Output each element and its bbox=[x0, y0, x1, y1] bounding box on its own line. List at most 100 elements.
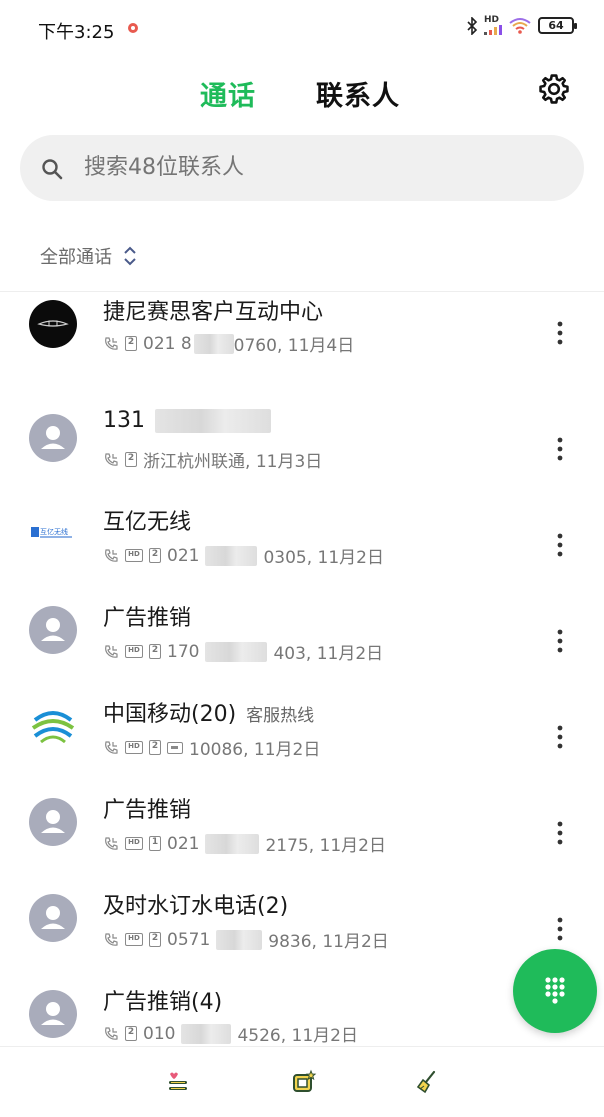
sort-arrows-icon bbox=[124, 246, 136, 266]
number-start: 0571 bbox=[167, 929, 211, 950]
contact-tag: 客服热线 bbox=[246, 706, 315, 726]
more-options-icon[interactable] bbox=[550, 626, 570, 656]
signal-icon bbox=[484, 25, 502, 35]
wifi-icon bbox=[509, 17, 531, 34]
incoming-call-icon bbox=[105, 740, 118, 754]
person-icon bbox=[41, 426, 65, 449]
number-end: 403 bbox=[273, 644, 306, 664]
incoming-call-icon bbox=[105, 1026, 118, 1040]
redacted-digits bbox=[155, 408, 271, 433]
call-log-item[interactable]: 广告推销 HD 1 021 2175, 11月2日 bbox=[0, 794, 604, 874]
avatar bbox=[29, 702, 77, 750]
settings-gear-icon[interactable] bbox=[537, 72, 571, 106]
person-icon bbox=[41, 1002, 65, 1025]
avatar: 互亿无线 bbox=[29, 510, 77, 558]
number-start: 021 8 bbox=[143, 333, 192, 354]
call-date: 11月2日 bbox=[316, 644, 384, 664]
business-card-icon bbox=[167, 741, 183, 754]
call-date: 11月2日 bbox=[322, 932, 389, 952]
hd-call-icon: HD bbox=[125, 549, 143, 562]
hd-call-icon: HD bbox=[125, 645, 143, 658]
more-options-icon[interactable] bbox=[550, 318, 570, 348]
number-start: 021 bbox=[167, 833, 200, 854]
search-bar[interactable] bbox=[20, 135, 584, 201]
incoming-call-icon bbox=[105, 336, 118, 350]
number-start: 170 bbox=[167, 641, 200, 662]
more-options-icon[interactable] bbox=[550, 818, 570, 848]
status-bar: 下午3:25 HD 64 bbox=[0, 0, 604, 56]
contact-name: 中国移动(20) bbox=[103, 702, 237, 727]
person-icon bbox=[41, 618, 65, 641]
more-options-icon[interactable] bbox=[550, 530, 570, 560]
incoming-call-icon bbox=[105, 836, 118, 850]
more-options-icon[interactable] bbox=[550, 722, 570, 752]
hd-call-icon: HD bbox=[125, 837, 143, 850]
tab-calls[interactable]: 通话 bbox=[200, 74, 256, 113]
call-date: 11月4日 bbox=[287, 336, 355, 356]
tab-contacts[interactable]: 联系人 bbox=[316, 74, 400, 113]
call-filter-dropdown[interactable]: 全部通话 bbox=[40, 243, 138, 269]
call-log-item[interactable]: 捷尼赛思客户互动中心 2 021 8 0760, 11月4日 bbox=[0, 298, 604, 378]
more-options-icon[interactable] bbox=[550, 914, 570, 944]
number-end: 0760 bbox=[233, 336, 277, 356]
status-time: 下午3:25 bbox=[38, 22, 115, 43]
incoming-call-icon bbox=[105, 644, 118, 658]
hd-call-icon: HD bbox=[125, 741, 143, 754]
sim-icon: 2 bbox=[125, 1026, 137, 1041]
avatar bbox=[29, 606, 77, 654]
call-date: 11月2日 bbox=[291, 1026, 358, 1046]
search-input[interactable] bbox=[84, 155, 544, 180]
number-end: 9836 bbox=[268, 932, 312, 952]
status-icons: HD 64 bbox=[466, 16, 577, 35]
call-log-item[interactable]: 中国移动(20) 客服热线 HD 2 10086, 11月2日 bbox=[0, 698, 604, 778]
notification-icon bbox=[128, 23, 138, 33]
signal-indicator: HD bbox=[484, 16, 502, 35]
sim-icon: 2 bbox=[125, 452, 137, 467]
contact-name: 131 bbox=[103, 408, 145, 433]
avatar bbox=[29, 414, 77, 462]
header: 通话 联系人 全部通话 bbox=[0, 56, 604, 292]
incoming-call-icon bbox=[105, 452, 118, 466]
avatar bbox=[29, 894, 77, 942]
call-log-item[interactable]: 131 2 浙江杭州联通, 11月3日 bbox=[0, 408, 604, 490]
call-number: 10086 bbox=[189, 740, 244, 760]
dialpad-button[interactable] bbox=[513, 949, 597, 1033]
incoming-call-icon bbox=[105, 548, 118, 562]
broom-clean-icon[interactable] bbox=[414, 1069, 440, 1095]
redacted-digits bbox=[205, 545, 258, 566]
call-date: 11月2日 bbox=[319, 836, 386, 856]
list-heart-icon[interactable] bbox=[165, 1069, 191, 1095]
sim-icon: 2 bbox=[149, 548, 161, 563]
avatar bbox=[29, 798, 77, 846]
contact-name: 广告推销 bbox=[103, 606, 192, 631]
more-options-icon[interactable] bbox=[550, 434, 570, 464]
call-location: 浙江杭州联通 bbox=[143, 452, 245, 472]
logo-text: 互亿无线 bbox=[40, 527, 68, 536]
hd-call-icon: HD bbox=[125, 933, 143, 946]
redacted-digits bbox=[205, 641, 268, 662]
sim-icon: 1 bbox=[149, 836, 161, 851]
number-end: 2175 bbox=[265, 836, 309, 856]
incoming-call-icon bbox=[105, 932, 118, 946]
contact-name: 捷尼赛思客户互动中心 bbox=[103, 300, 324, 325]
call-date: 11月2日 bbox=[253, 740, 321, 760]
hd-label: HD bbox=[484, 15, 500, 25]
call-date: 11月2日 bbox=[317, 548, 384, 568]
number-start: 021 bbox=[167, 545, 200, 566]
avatar bbox=[29, 300, 77, 348]
huyi-logo-icon: 互亿无线 bbox=[31, 527, 72, 538]
sim-icon: 2 bbox=[125, 336, 137, 351]
battery-indicator: 64 bbox=[538, 17, 577, 34]
call-log-item[interactable]: 广告推销 HD 2 170 403, 11月2日 bbox=[0, 602, 604, 682]
redacted-digits bbox=[205, 833, 260, 854]
call-log-item[interactable]: 互亿无线 互亿无线 HD 2 021 0305, 11月2日 bbox=[0, 506, 604, 586]
dialpad-icon bbox=[545, 977, 565, 1004]
screen-star-icon[interactable] bbox=[291, 1069, 317, 1095]
contact-name: 广告推销 bbox=[103, 798, 192, 823]
number-end: 4526 bbox=[237, 1026, 281, 1046]
redacted-digits bbox=[181, 1023, 232, 1044]
number-end: 0305 bbox=[263, 548, 307, 568]
bottom-bar bbox=[0, 1046, 604, 1117]
filter-label: 全部通话 bbox=[40, 247, 112, 268]
number-start: 010 bbox=[143, 1023, 176, 1044]
